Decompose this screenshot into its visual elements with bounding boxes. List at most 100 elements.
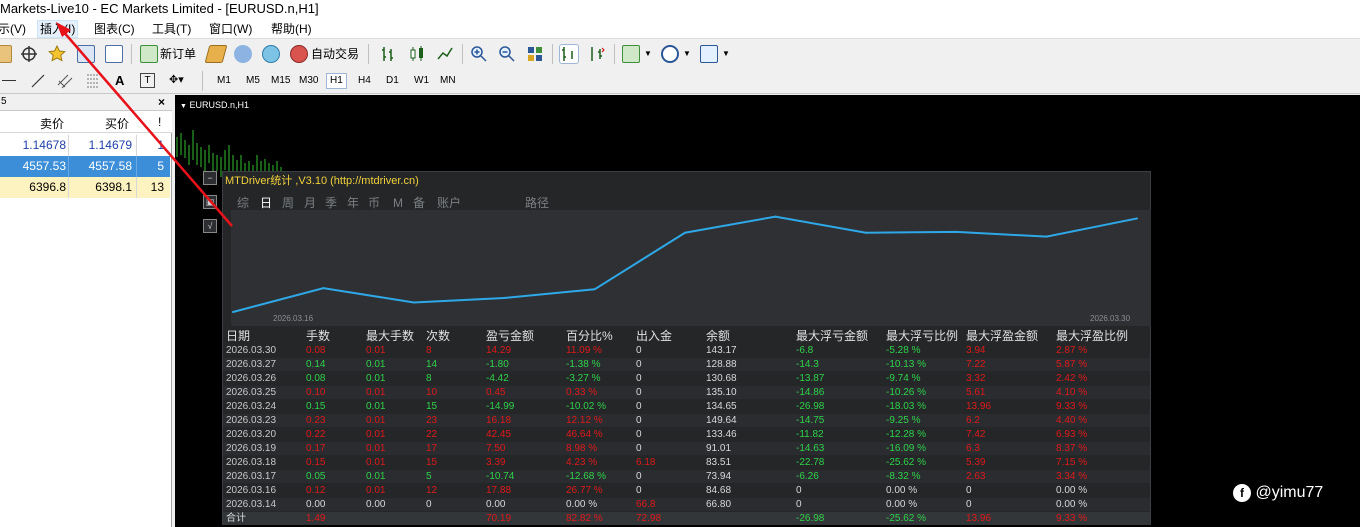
auto-trade-icon[interactable] [290, 45, 308, 63]
cell-max-lots: 0.01 [366, 443, 386, 454]
market-watch-header-text: 5 [1, 96, 7, 107]
menu-chart[interactable]: 图表(C) [92, 21, 137, 37]
line-chart-icon[interactable] [436, 45, 454, 63]
text-tool-icon[interactable]: A [115, 73, 124, 88]
zoom-out-icon[interactable] [498, 45, 516, 63]
cell-pnl: 42.45 [486, 429, 512, 440]
timeframe-h4[interactable]: H4 [355, 74, 374, 88]
tab-overview[interactable]: 综 [237, 196, 249, 210]
stats-row: 2026.03.20 0.22 0.01 22 42.45 46.64 % 0 133.46 -… [223, 428, 1150, 441]
cell-max-float-loss: -14.63 [796, 443, 825, 454]
cell-pnl: 3.39 [486, 457, 506, 468]
cell-percent: -12.68 % [566, 471, 607, 482]
new-order-button[interactable]: 新订单 [160, 46, 196, 62]
metaeditor-icon[interactable] [204, 45, 228, 63]
column-ask[interactable]: 买价 [105, 115, 129, 132]
cell-count: 10 [426, 387, 438, 398]
navigator-star-icon[interactable] [48, 44, 66, 63]
tab-year[interactable]: 年 [347, 196, 359, 210]
equity-point [1045, 235, 1048, 238]
tab-week[interactable]: 周 [282, 196, 294, 210]
cell-max-lots: 0.01 [366, 359, 386, 370]
panel-check-icon[interactable]: √ [203, 219, 217, 233]
cell-max-float-loss: -22.78 [796, 457, 825, 468]
profiles-icon[interactable] [0, 45, 12, 63]
tab-account[interactable]: 账户 [437, 196, 461, 210]
timeframe-m5[interactable]: M5 [243, 74, 263, 88]
close-icon[interactable]: × [158, 95, 165, 109]
spread: 13 [150, 180, 164, 194]
channel-icon[interactable] [57, 73, 73, 92]
candlestick-icon[interactable] [408, 45, 426, 63]
column-bid[interactable]: 卖价 [40, 115, 64, 132]
timeframe-d1[interactable]: D1 [383, 74, 402, 88]
zoom-in-icon[interactable] [470, 45, 488, 63]
equity-point [412, 301, 415, 304]
crosshair-icon[interactable] [20, 45, 38, 63]
signals-icon[interactable] [262, 45, 280, 63]
menu-view[interactable]: 示(V) [0, 21, 28, 37]
panel-minimize-icon[interactable]: − [203, 171, 217, 185]
equity-point [503, 296, 506, 299]
auto-scroll-icon[interactable] [588, 45, 606, 63]
trendline-icon[interactable] [30, 73, 46, 92]
cell-max-float-loss-pct: -8.32 % [886, 471, 921, 482]
indicators-dropdown-icon[interactable]: ▼ [644, 49, 652, 58]
account-icon[interactable] [234, 45, 252, 63]
tab-notes[interactable]: 备 [413, 196, 425, 210]
tab-quarter[interactable]: 季 [325, 196, 337, 210]
timeframe-mn[interactable]: MN [437, 74, 459, 88]
cell-max-float-loss-pct: -25.62 % [886, 457, 927, 468]
templates-icon[interactable] [700, 45, 718, 63]
tab-path[interactable]: 路径 [525, 196, 549, 210]
periods-clock-icon[interactable] [661, 45, 679, 63]
menu-window[interactable]: 窗口(W) [207, 21, 254, 37]
tab-currency[interactable]: 币 [368, 196, 380, 210]
cell-deposit: 0 [636, 387, 642, 398]
timeframe-m15[interactable]: M15 [268, 74, 293, 88]
cell-max-float-profit-pct: 7.15 % [1056, 457, 1088, 468]
cell-max-lots: 0.01 [366, 457, 386, 468]
menu-tools[interactable]: 工具(T) [150, 21, 193, 37]
total-max-float-loss: -26.98 [796, 513, 825, 524]
cell-count: 8 [426, 345, 432, 356]
cell-max-float-loss-pct: -9.25 % [886, 415, 921, 426]
market-watch-row[interactable]: 1.14678 1.14679 1 [0, 135, 170, 156]
cell-max-lots: 0.01 [366, 373, 386, 384]
templates-dropdown-icon[interactable]: ▼ [722, 49, 730, 58]
tab-month[interactable]: 月 [304, 196, 316, 210]
column-spread[interactable]: ! [158, 115, 161, 129]
cell-max-float-loss: -11.82 [796, 429, 824, 440]
bar-chart-icon[interactable] [380, 45, 398, 63]
tab-day[interactable]: 日 [260, 196, 272, 210]
strategy-tester-icon[interactable] [105, 45, 123, 63]
ask-price: 6398.1 [95, 180, 132, 194]
menu-insert[interactable]: 插入(I) [36, 20, 79, 38]
cell-max-float-profit: 13.96 [966, 401, 992, 412]
cell-pnl: -14.99 [486, 401, 515, 412]
fibonacci-icon[interactable] [85, 73, 101, 92]
auto-trade-button[interactable]: 自动交易 [311, 46, 359, 62]
arrows-icon[interactable]: ✥▾ [169, 73, 184, 86]
panel-restore-icon[interactable]: ▣ [203, 195, 217, 209]
timeframe-w1[interactable]: W1 [411, 74, 432, 88]
data-window-icon[interactable] [77, 45, 95, 63]
menu-help[interactable]: 帮助(H) [269, 21, 314, 37]
horizontal-line-icon[interactable] [2, 80, 16, 81]
tile-windows-icon[interactable] [526, 45, 544, 63]
timeframe-m30[interactable]: M30 [296, 74, 321, 88]
tab-magic[interactable]: M [393, 196, 403, 210]
chart-shift-icon[interactable] [559, 44, 579, 64]
timeframe-m1[interactable]: M1 [214, 74, 234, 88]
indicators-icon[interactable] [622, 45, 640, 63]
cell-balance: 143.17 [706, 345, 737, 356]
chart-dropdown-icon[interactable]: ▼ [180, 103, 187, 110]
periods-dropdown-icon[interactable]: ▼ [683, 49, 691, 58]
new-order-icon[interactable] [140, 45, 158, 63]
market-watch-row[interactable]: 6396.8 6398.1 13 [0, 177, 170, 198]
cell-max-float-profit-pct: 8.37 % [1056, 443, 1088, 454]
text-label-icon[interactable]: T [140, 73, 155, 88]
cell-date: 2026.03.19 [226, 443, 277, 454]
market-watch-row-selected[interactable]: 4557.53 4557.58 5 [0, 156, 170, 177]
timeframe-h1[interactable]: H1 [326, 73, 347, 89]
